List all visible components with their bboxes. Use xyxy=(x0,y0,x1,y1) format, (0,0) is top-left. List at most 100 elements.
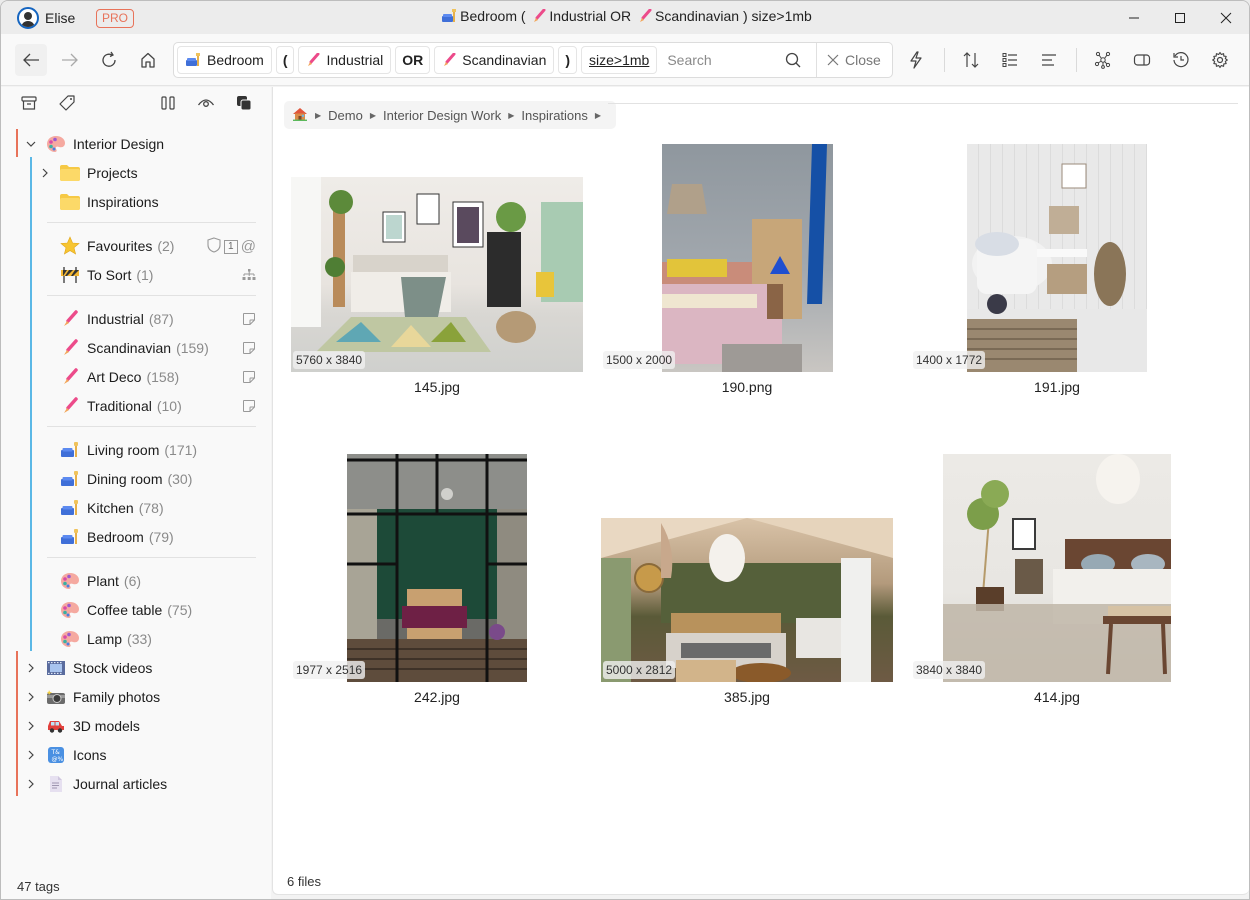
breadcrumb-separator-icon[interactable]: ▶ xyxy=(595,111,601,120)
home-icon[interactable] xyxy=(292,107,308,124)
note-icon[interactable] xyxy=(242,370,256,387)
tag-traditional[interactable]: Traditional (10) xyxy=(59,392,182,420)
library-icons[interactable]: T& @% Icons xyxy=(23,741,106,769)
tag-count: (171) xyxy=(164,442,198,458)
tag-industrial[interactable]: Industrial (87) xyxy=(59,305,174,333)
breadcrumb-separator-icon: ▶ xyxy=(369,110,376,120)
library-label: Journal articles xyxy=(73,776,168,792)
toggle-panel-button[interactable] xyxy=(1126,44,1158,76)
tree-item-favourites[interactable]: Favourites (2) xyxy=(59,232,174,260)
file-name[interactable]: 242.jpg xyxy=(287,689,587,705)
tag-lamp[interactable]: Lamp (33) xyxy=(59,625,152,653)
close-search-button[interactable]: Close xyxy=(816,43,893,77)
tag-icon xyxy=(59,95,75,111)
sidebar-divider xyxy=(47,222,256,223)
library-journal-articles[interactable]: Journal articles xyxy=(23,770,167,798)
archive-button[interactable] xyxy=(17,91,41,115)
layers-button[interactable] xyxy=(232,91,256,115)
query-filter-size[interactable]: size>1mb xyxy=(581,46,658,74)
tree-item-inspirations[interactable]: Inspirations xyxy=(59,188,159,216)
search-bar[interactable]: Bedroom ( Industrial OR Scandinavian ) s… xyxy=(173,42,893,78)
tree-item-to-sort[interactable]: To Sort (1) xyxy=(59,261,153,289)
settings-button[interactable] xyxy=(1204,44,1236,76)
pro-badge[interactable]: PRO xyxy=(96,9,135,28)
note-icon[interactable] xyxy=(242,341,256,358)
chevron-right-icon[interactable] xyxy=(25,662,37,674)
tag-plant[interactable]: Plant (6) xyxy=(59,567,141,595)
note-icon[interactable] xyxy=(242,312,256,329)
breadcrumb-divider xyxy=(608,103,1238,104)
library-family-photos[interactable]: Family photos xyxy=(23,683,160,711)
back-button[interactable] xyxy=(15,44,47,76)
tag-dining-room[interactable]: Dining room (30) xyxy=(59,465,192,493)
chevron-right-icon[interactable] xyxy=(25,691,37,703)
split-view-button[interactable] xyxy=(156,91,180,115)
note-icon[interactable] xyxy=(242,399,256,416)
home-button[interactable] xyxy=(132,44,164,76)
tag-bedroom[interactable]: Bedroom (79) xyxy=(59,523,174,551)
tag-living-room[interactable]: Living room (171) xyxy=(59,436,197,464)
tree-item-label: Interior Design xyxy=(73,136,165,152)
image-preview xyxy=(291,177,583,372)
file-name[interactable]: 191.jpg xyxy=(907,379,1207,395)
forward-button[interactable] xyxy=(54,44,86,76)
graph-view-button[interactable] xyxy=(1087,44,1119,76)
window-title: Bedroom ( Industrial OR Scandinavian ) s… xyxy=(1,8,1249,26)
chevron-down-icon[interactable] xyxy=(25,138,37,150)
document-icon xyxy=(45,773,67,795)
sort-button[interactable] xyxy=(955,44,987,76)
file-name[interactable]: 145.jpg xyxy=(287,379,587,395)
breadcrumb-item[interactable]: Inspirations xyxy=(521,108,587,123)
tag-art-deco[interactable]: Art Deco (158) xyxy=(59,363,179,391)
query-chip-bedroom[interactable]: Bedroom xyxy=(177,46,272,74)
file-name[interactable]: 414.jpg xyxy=(907,689,1207,705)
tag-scandinavian[interactable]: Scandinavian (159) xyxy=(59,334,209,362)
badge-one-icon[interactable]: 1 xyxy=(223,239,238,254)
visibility-button[interactable] xyxy=(194,91,218,115)
history-button[interactable] xyxy=(1165,44,1197,76)
query-chip-scandinavian[interactable]: Scandinavian xyxy=(434,46,555,74)
tree-item-interior-design[interactable]: Interior Design xyxy=(23,130,164,158)
maximize-button[interactable] xyxy=(1157,1,1203,34)
user-menu[interactable]: Elise xyxy=(17,7,75,29)
chevron-right-icon[interactable] xyxy=(25,749,37,761)
tag-kitchen[interactable]: Kitchen (78) xyxy=(59,494,164,522)
list-view-button[interactable] xyxy=(994,44,1026,76)
query-operator-close-paren[interactable]: ) xyxy=(558,46,578,74)
chevron-right-icon[interactable] xyxy=(25,720,37,732)
star-icon xyxy=(59,235,81,257)
breadcrumb-item[interactable]: Interior Design Work xyxy=(383,108,501,123)
window-title-part: Bedroom ( xyxy=(460,8,526,24)
library-stock-videos[interactable]: Stock videos xyxy=(23,654,152,682)
chevron-right-icon[interactable] xyxy=(39,167,51,179)
shield-icon[interactable] xyxy=(207,237,221,256)
file-name[interactable]: 385.jpg xyxy=(597,689,897,705)
sidebar-divider xyxy=(47,295,256,296)
hierarchy-icon[interactable] xyxy=(242,268,256,284)
file-name[interactable]: 190.png xyxy=(597,379,897,395)
paintbrush-icon xyxy=(59,308,81,330)
query-chip-industrial[interactable]: Industrial xyxy=(298,46,392,74)
align-button[interactable] xyxy=(1033,44,1065,76)
library-3d-models[interactable]: 3D models xyxy=(23,712,140,740)
breadcrumb-item[interactable]: Demo xyxy=(328,108,363,123)
tree-item-projects[interactable]: Projects xyxy=(39,159,138,187)
image-preview xyxy=(967,144,1147,372)
search-input[interactable] xyxy=(667,52,798,68)
at-sign-icon[interactable]: @ xyxy=(241,239,256,254)
refresh-button[interactable] xyxy=(93,44,125,76)
tag-label: Lamp xyxy=(87,631,123,647)
tag-count: (78) xyxy=(138,500,164,516)
tree-accent-line xyxy=(16,651,18,796)
tag-label: Living room xyxy=(87,442,160,458)
quick-actions-button[interactable] xyxy=(900,44,932,76)
minimize-button[interactable] xyxy=(1111,1,1157,34)
tags-button[interactable] xyxy=(55,91,79,115)
search-icon[interactable] xyxy=(785,52,801,71)
tag-coffee-table[interactable]: Coffee table (75) xyxy=(59,596,192,624)
barrier-icon xyxy=(59,264,81,286)
chevron-right-icon[interactable] xyxy=(25,778,37,790)
query-operator-open-paren[interactable]: ( xyxy=(275,46,295,74)
query-operator-or[interactable]: OR xyxy=(395,46,431,74)
close-window-button[interactable] xyxy=(1203,1,1249,34)
